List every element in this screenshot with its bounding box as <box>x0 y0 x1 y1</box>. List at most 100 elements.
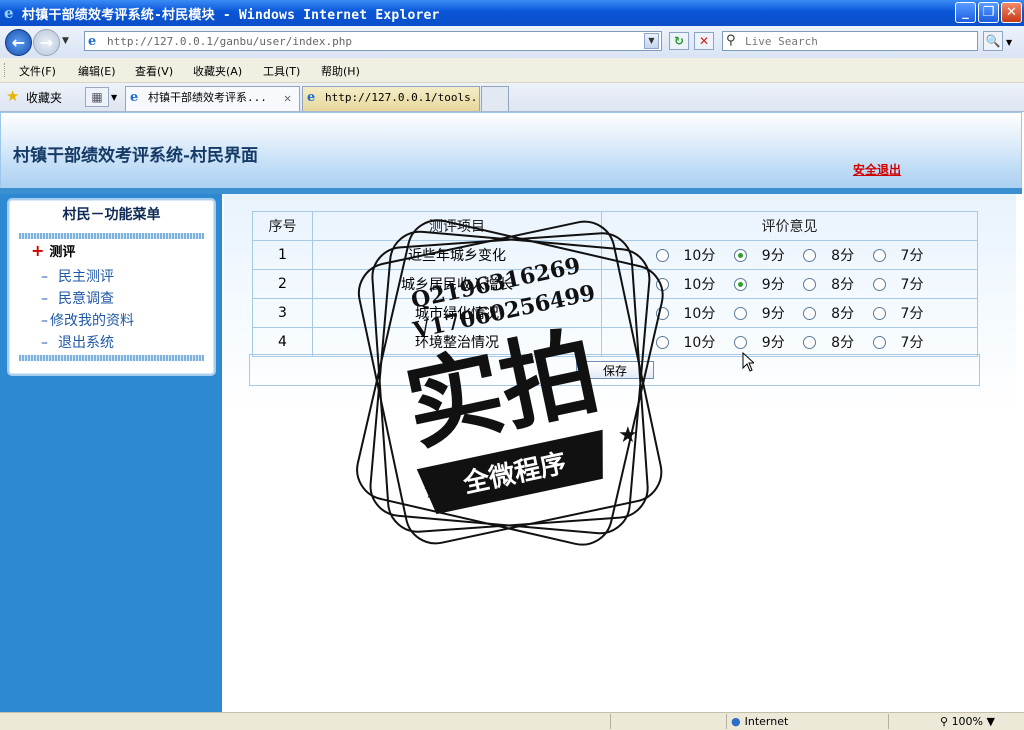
option-label: 9分 <box>761 335 785 351</box>
menu-tools[interactable]: 工具(T) <box>263 63 300 79</box>
page-title: 村镇干部绩效考评系统-村民界面 <box>13 146 259 166</box>
expand-plus-icon: + <box>31 241 45 260</box>
address-url[interactable]: http://127.0.0.1/ganbu/user/index.php <box>107 35 352 48</box>
table-row: 4 环境整治情况 10分 9分 8分 7分 <box>252 327 978 357</box>
close-window-button[interactable]: ✕ <box>1001 2 1022 23</box>
menu-edit[interactable]: 编辑(E) <box>78 63 116 79</box>
rating-option[interactable]: 9分 <box>733 245 785 265</box>
radio-10[interactable] <box>655 336 669 349</box>
zoom-level: 100% <box>951 715 984 728</box>
refresh-button[interactable]: ↻ <box>669 32 689 50</box>
sidebar: 村民－功能菜单 + 测评 – 民主测评 – 民意调查 – 修改我的资料 – 退出系统 <box>0 194 222 712</box>
col-header-item: 测评项目 <box>312 211 602 241</box>
option-label: 7分 <box>900 277 924 293</box>
eval-item: 近些年城乡变化 <box>312 240 602 270</box>
back-button[interactable]: ← <box>5 29 32 56</box>
radio-10[interactable] <box>655 278 669 291</box>
eval-item: 城市绿化情况 <box>312 298 602 328</box>
rating-option[interactable]: 7分 <box>872 332 923 352</box>
radio-7[interactable] <box>872 249 886 262</box>
favorites-star-icon[interactable]: ★ <box>6 87 19 105</box>
menu-item-label: 退出系统 <box>58 335 114 351</box>
option-label: 10分 <box>683 306 716 322</box>
rating-option[interactable]: 8分 <box>803 245 854 265</box>
radio-9[interactable] <box>733 249 747 262</box>
rating-options: 10分 9分 8分 7分 <box>601 327 978 357</box>
security-zone: ● Internet <box>731 715 788 728</box>
menu-help[interactable]: 帮助(H) <box>321 63 360 79</box>
tab-close-icon[interactable]: ✕ <box>284 87 291 109</box>
rating-option[interactable]: 10分 <box>655 245 716 265</box>
table-row: 1 近些年城乡变化 10分 9分 8分 7分 <box>252 240 978 270</box>
zoom-control[interactable]: ⚲ 100% ▼ <box>940 715 995 728</box>
menu-view[interactable]: 查看(V) <box>135 63 173 79</box>
title-bar: e 村镇干部绩效考评系统-村民模块 - Windows Internet Exp… <box>0 0 1024 26</box>
radio-7[interactable] <box>872 336 886 349</box>
menu-favorites[interactable]: 收藏夹(A) <box>193 63 242 79</box>
status-divider <box>888 714 889 729</box>
evaluation-table: 序号 测评项目 评价意见 1 近些年城乡变化 10分 9分 8分 7分 2 城乡… <box>252 211 978 357</box>
rating-option[interactable]: 10分 <box>655 274 715 294</box>
menu-item-label: 修改我的资料 <box>50 313 134 329</box>
address-dropdown-icon[interactable]: ▼ <box>644 33 659 49</box>
forward-button[interactable]: → <box>33 29 60 56</box>
function-menu-panel: 村民－功能菜单 + 测评 – 民主测评 – 民意调查 – 修改我的资料 – 退出系统 <box>7 198 216 376</box>
favorites-label[interactable]: 收藏夹 <box>26 89 62 106</box>
address-input[interactable]: e http://127.0.0.1/ganbu/user/index.php … <box>84 31 662 51</box>
new-tab-button[interactable] <box>481 86 509 111</box>
rating-option[interactable]: 7分 <box>872 303 924 323</box>
radio-8[interactable] <box>803 307 817 320</box>
option-label: 7分 <box>900 306 924 322</box>
menu-item-democratic-eval[interactable]: – 民主测评 <box>41 266 114 286</box>
tab-list-dropdown-icon[interactable]: ▼ <box>111 93 117 102</box>
menu-item-label: 民意调查 <box>58 291 114 307</box>
radio-8[interactable] <box>803 249 817 262</box>
rating-option[interactable]: 7分 <box>872 245 923 265</box>
rating-option[interactable]: 8分 <box>803 274 854 294</box>
rating-option[interactable]: 10分 <box>655 303 716 323</box>
maximize-button[interactable]: ❐ <box>978 2 999 23</box>
history-dropdown-icon[interactable]: ▼ <box>62 36 69 46</box>
row-number: 1 <box>252 240 313 270</box>
option-label: 10分 <box>683 248 716 264</box>
radio-8[interactable] <box>803 336 817 349</box>
rating-option[interactable]: 9分 <box>733 303 785 323</box>
search-input[interactable]: ⚲ Live Search <box>722 31 978 51</box>
menu-item-opinion-survey[interactable]: – 民意调查 <box>41 288 114 308</box>
radio-7[interactable] <box>872 307 886 320</box>
rating-option[interactable]: 7分 <box>872 274 924 294</box>
rating-option[interactable]: 10分 <box>655 332 715 352</box>
quick-tabs-icon[interactable]: ▦ <box>85 87 109 107</box>
search-options-icon[interactable]: ▼ <box>1006 38 1012 47</box>
rating-option[interactable]: 9分 <box>733 332 785 352</box>
menu-item-edit-profile[interactable]: – 修改我的资料 <box>41 310 134 330</box>
tab-tools[interactable]: e http://127.0.0.1/tools... <box>302 86 480 111</box>
radio-9[interactable] <box>733 307 747 320</box>
rating-option[interactable]: 8分 <box>803 332 854 352</box>
tab-label: http://127.0.0.1/tools... <box>325 91 480 104</box>
radio-8[interactable] <box>803 278 817 291</box>
rating-options: 10分 9分 8分 7分 <box>601 269 978 299</box>
tab-ganbu-system[interactable]: e 村镇干部绩效考评系... ✕ <box>125 86 300 111</box>
radio-9[interactable] <box>733 278 747 291</box>
logout-link[interactable]: 安全退出 <box>853 161 901 178</box>
minimize-button[interactable]: _ <box>955 2 976 23</box>
radio-10[interactable] <box>655 249 669 262</box>
search-go-button[interactable]: 🔍 <box>983 31 1003 51</box>
radio-7[interactable] <box>872 278 886 291</box>
menu-item-logout[interactable]: – 退出系统 <box>41 332 114 352</box>
stop-button[interactable]: ✕ <box>694 32 714 50</box>
rating-option[interactable]: 9分 <box>733 274 785 294</box>
radio-9[interactable] <box>733 336 747 349</box>
rating-option[interactable]: 8分 <box>803 303 854 323</box>
menu-category[interactable]: + 测评 <box>31 241 75 260</box>
menu-bar: 文件(F) 编辑(E) 查看(V) 收藏夹(A) 工具(T) 帮助(H) <box>0 58 1024 83</box>
evaluation-form: 序号 测评项目 评价意见 1 近些年城乡变化 10分 9分 8分 7分 2 城乡… <box>224 194 1016 414</box>
menu-file[interactable]: 文件(F) <box>19 63 56 79</box>
toolbar-grip <box>4 63 8 77</box>
eval-item: 城乡居民收入增长 <box>312 269 602 299</box>
rating-options: 10分 9分 8分 7分 <box>601 240 978 270</box>
radio-10[interactable] <box>655 307 669 320</box>
save-button[interactable]: 保存 <box>576 361 654 379</box>
eval-item: 环境整治情况 <box>312 327 602 357</box>
